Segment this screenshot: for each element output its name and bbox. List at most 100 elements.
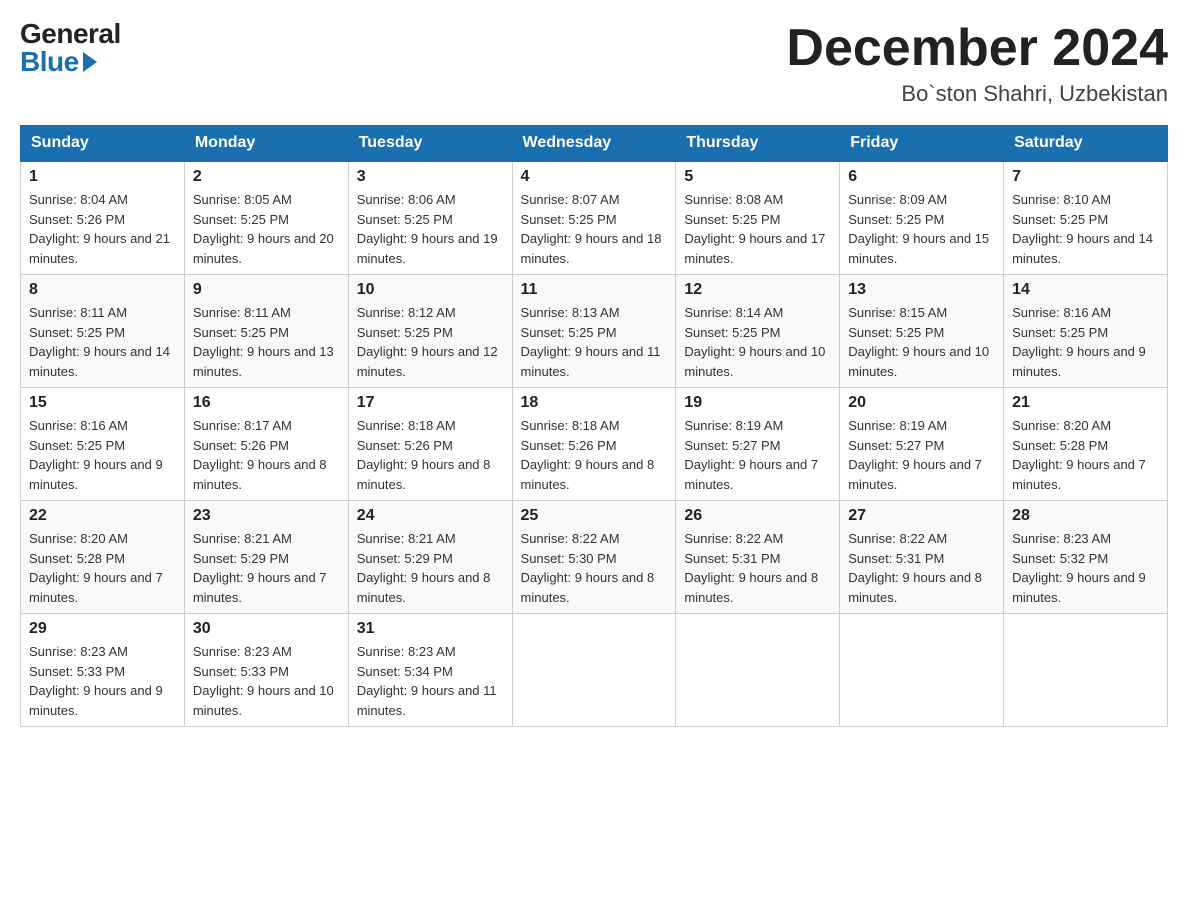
day-number: 21 xyxy=(1012,394,1159,412)
table-row xyxy=(840,614,1004,727)
day-info: Sunrise: 8:05 AMSunset: 5:25 PMDaylight:… xyxy=(193,190,340,268)
day-number: 10 xyxy=(357,281,504,299)
table-row: 10 Sunrise: 8:12 AMSunset: 5:25 PMDayligh… xyxy=(348,275,512,388)
table-row: 6 Sunrise: 8:09 AMSunset: 5:25 PMDaylight… xyxy=(840,161,1004,275)
location-subtitle: Bo`ston Shahri, Uzbekistan xyxy=(786,81,1168,107)
logo-arrow-icon xyxy=(83,52,97,72)
day-number: 19 xyxy=(684,394,831,412)
day-number: 9 xyxy=(193,281,340,299)
table-row: 31Sunrise: 8:23 AMSunset: 5:34 PMDayligh… xyxy=(348,614,512,727)
header-sunday: Sunday xyxy=(21,126,185,162)
table-row: 9 Sunrise: 8:11 AMSunset: 5:25 PMDaylight… xyxy=(184,275,348,388)
day-number: 30 xyxy=(193,620,340,638)
table-row: 4 Sunrise: 8:07 AMSunset: 5:25 PMDaylight… xyxy=(512,161,676,275)
day-info: Sunrise: 8:04 AMSunset: 5:26 PMDaylight:… xyxy=(29,190,176,268)
month-title: December 2024 xyxy=(786,20,1168,77)
table-row: 18 Sunrise: 8:18 AMSunset: 5:26 PMDayligh… xyxy=(512,388,676,501)
day-info: Sunrise: 8:12 AMSunset: 5:25 PMDaylight:… xyxy=(357,303,504,381)
table-row: 26Sunrise: 8:22 AMSunset: 5:31 PMDayligh… xyxy=(676,501,840,614)
calendar-week-row: 8 Sunrise: 8:11 AMSunset: 5:25 PMDaylight… xyxy=(21,275,1168,388)
table-row: 28 Sunrise: 8:23 AMSunset: 5:32 PMDayligh… xyxy=(1004,501,1168,614)
day-info: Sunrise: 8:19 AMSunset: 5:27 PMDaylight:… xyxy=(684,416,831,494)
table-row: 1Sunrise: 8:04 AMSunset: 5:26 PMDaylight… xyxy=(21,161,185,275)
day-number: 16 xyxy=(193,394,340,412)
weekday-header-row: Sunday Monday Tuesday Wednesday Thursday… xyxy=(21,126,1168,162)
day-number: 18 xyxy=(521,394,668,412)
table-row: 16 Sunrise: 8:17 AMSunset: 5:26 PMDayligh… xyxy=(184,388,348,501)
header-saturday: Saturday xyxy=(1004,126,1168,162)
table-row: 11 Sunrise: 8:13 AMSunset: 5:25 PMDayligh… xyxy=(512,275,676,388)
day-info: Sunrise: 8:22 AMSunset: 5:31 PMDaylight:… xyxy=(684,529,831,607)
day-info: Sunrise: 8:09 AMSunset: 5:25 PMDaylight:… xyxy=(848,190,995,268)
header-monday: Monday xyxy=(184,126,348,162)
day-info: Sunrise: 8:20 AMSunset: 5:28 PMDaylight:… xyxy=(29,529,176,607)
day-info: Sunrise: 8:18 AMSunset: 5:26 PMDaylight:… xyxy=(357,416,504,494)
day-number: 6 xyxy=(848,168,995,186)
day-info: Sunrise: 8:11 AMSunset: 5:25 PMDaylight:… xyxy=(29,303,176,381)
day-number: 24 xyxy=(357,507,504,525)
calendar-week-row: 29 Sunrise: 8:23 AMSunset: 5:33 PMDayligh… xyxy=(21,614,1168,727)
day-info: Sunrise: 8:14 AMSunset: 5:25 PMDaylight:… xyxy=(684,303,831,381)
day-info: Sunrise: 8:15 AMSunset: 5:25 PMDaylight:… xyxy=(848,303,995,381)
day-info: Sunrise: 8:16 AMSunset: 5:25 PMDaylight:… xyxy=(1012,303,1159,381)
table-row: 27 Sunrise: 8:22 AMSunset: 5:31 PMDayligh… xyxy=(840,501,1004,614)
day-number: 29 xyxy=(29,620,176,638)
day-number: 7 xyxy=(1012,168,1159,186)
day-info: Sunrise: 8:22 AMSunset: 5:31 PMDaylight:… xyxy=(848,529,995,607)
day-number: 14 xyxy=(1012,281,1159,299)
day-number: 8 xyxy=(29,281,176,299)
day-number: 3 xyxy=(357,168,504,186)
day-number: 4 xyxy=(521,168,668,186)
table-row: 7 Sunrise: 8:10 AMSunset: 5:25 PMDaylight… xyxy=(1004,161,1168,275)
header-friday: Friday xyxy=(840,126,1004,162)
day-info: Sunrise: 8:21 AMSunset: 5:29 PMDaylight:… xyxy=(357,529,504,607)
day-number: 20 xyxy=(848,394,995,412)
table-row: 19 Sunrise: 8:19 AMSunset: 5:27 PMDayligh… xyxy=(676,388,840,501)
title-area: December 2024 Bo`ston Shahri, Uzbekistan xyxy=(786,20,1168,107)
table-row: 24 Sunrise: 8:21 AMSunset: 5:29 PMDayligh… xyxy=(348,501,512,614)
day-number: 23 xyxy=(193,507,340,525)
day-number: 13 xyxy=(848,281,995,299)
table-row xyxy=(1004,614,1168,727)
table-row: 29 Sunrise: 8:23 AMSunset: 5:33 PMDayligh… xyxy=(21,614,185,727)
table-row: 17 Sunrise: 8:18 AMSunset: 5:26 PMDayligh… xyxy=(348,388,512,501)
day-info: Sunrise: 8:07 AMSunset: 5:25 PMDaylight:… xyxy=(521,190,668,268)
header-tuesday: Tuesday xyxy=(348,126,512,162)
day-info: Sunrise: 8:20 AMSunset: 5:28 PMDaylight:… xyxy=(1012,416,1159,494)
day-number: 17 xyxy=(357,394,504,412)
calendar-table: Sunday Monday Tuesday Wednesday Thursday… xyxy=(20,125,1168,727)
table-row: 14 Sunrise: 8:16 AMSunset: 5:25 PMDayligh… xyxy=(1004,275,1168,388)
day-info: Sunrise: 8:22 AMSunset: 5:30 PMDaylight:… xyxy=(521,529,668,607)
day-info: Sunrise: 8:23 AMSunset: 5:32 PMDaylight:… xyxy=(1012,529,1159,607)
table-row: 5Sunrise: 8:08 AMSunset: 5:25 PMDaylight… xyxy=(676,161,840,275)
logo: General Blue xyxy=(20,20,121,76)
table-row: 22 Sunrise: 8:20 AMSunset: 5:28 PMDayligh… xyxy=(21,501,185,614)
day-info: Sunrise: 8:17 AMSunset: 5:26 PMDaylight:… xyxy=(193,416,340,494)
table-row: 2Sunrise: 8:05 AMSunset: 5:25 PMDaylight… xyxy=(184,161,348,275)
day-number: 27 xyxy=(848,507,995,525)
table-row xyxy=(512,614,676,727)
table-row: 23 Sunrise: 8:21 AMSunset: 5:29 PMDayligh… xyxy=(184,501,348,614)
table-row: 3 Sunrise: 8:06 AMSunset: 5:25 PMDaylight… xyxy=(348,161,512,275)
day-info: Sunrise: 8:18 AMSunset: 5:26 PMDaylight:… xyxy=(521,416,668,494)
day-info: Sunrise: 8:11 AMSunset: 5:25 PMDaylight:… xyxy=(193,303,340,381)
day-number: 12 xyxy=(684,281,831,299)
day-info: Sunrise: 8:10 AMSunset: 5:25 PMDaylight:… xyxy=(1012,190,1159,268)
table-row: 8 Sunrise: 8:11 AMSunset: 5:25 PMDaylight… xyxy=(21,275,185,388)
day-number: 28 xyxy=(1012,507,1159,525)
table-row: 12 Sunrise: 8:14 AMSunset: 5:25 PMDayligh… xyxy=(676,275,840,388)
day-info: Sunrise: 8:16 AMSunset: 5:25 PMDaylight:… xyxy=(29,416,176,494)
table-row: 25Sunrise: 8:22 AMSunset: 5:30 PMDayligh… xyxy=(512,501,676,614)
day-number: 31 xyxy=(357,620,504,638)
day-info: Sunrise: 8:21 AMSunset: 5:29 PMDaylight:… xyxy=(193,529,340,607)
header-thursday: Thursday xyxy=(676,126,840,162)
day-number: 11 xyxy=(521,281,668,299)
table-row xyxy=(676,614,840,727)
calendar-week-row: 1Sunrise: 8:04 AMSunset: 5:26 PMDaylight… xyxy=(21,161,1168,275)
logo-blue-text: Blue xyxy=(20,48,97,76)
day-info: Sunrise: 8:06 AMSunset: 5:25 PMDaylight:… xyxy=(357,190,504,268)
day-info: Sunrise: 8:13 AMSunset: 5:25 PMDaylight:… xyxy=(521,303,668,381)
day-number: 22 xyxy=(29,507,176,525)
day-info: Sunrise: 8:23 AMSunset: 5:33 PMDaylight:… xyxy=(29,642,176,720)
calendar-week-row: 15Sunrise: 8:16 AMSunset: 5:25 PMDayligh… xyxy=(21,388,1168,501)
